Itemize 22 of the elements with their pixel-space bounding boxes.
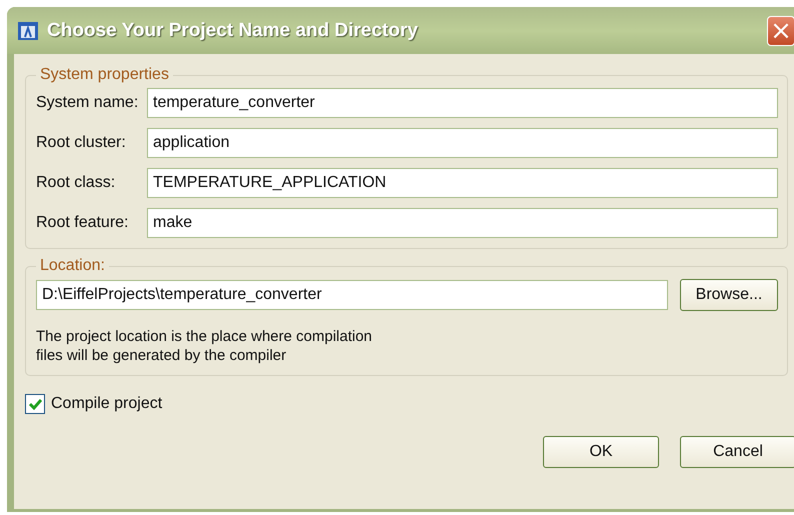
compile-checkbox[interactable]: Compile project	[25, 394, 794, 414]
input-field[interactable]: TEMPERATURE_APPLICATION	[147, 168, 778, 198]
cancel-button[interactable]: Cancel	[680, 436, 794, 468]
field-label: Root feature:	[36, 214, 130, 232]
check-icon	[28, 398, 42, 410]
app-icon	[17, 20, 39, 40]
ok-button[interactable]: OK	[543, 436, 659, 468]
close-button[interactable]: ×	[767, 16, 794, 46]
window-title: Choose Your Project Name and Directory	[47, 20, 419, 42]
input-field[interactable]: application	[147, 128, 778, 158]
group-legend: System properties	[36, 66, 173, 84]
checkbox[interactable]	[25, 394, 45, 414]
location-field[interactable]: D:\EiffelProjects\temperature_converter	[36, 280, 668, 310]
checkbox-label: Compile project	[51, 395, 162, 413]
group-legend: Location:	[36, 257, 109, 275]
field-label: Root class:	[36, 174, 116, 192]
location-hint: The project location is the place where compilation files will be generated by the compiler	[36, 327, 374, 365]
input-field[interactable]: make	[147, 208, 778, 238]
browse-button[interactable]: Browse...	[680, 279, 778, 311]
field-label: Root cluster:	[36, 134, 127, 152]
field-label: System name:	[36, 94, 140, 112]
input-field[interactable]: temperature_converter	[147, 88, 778, 118]
